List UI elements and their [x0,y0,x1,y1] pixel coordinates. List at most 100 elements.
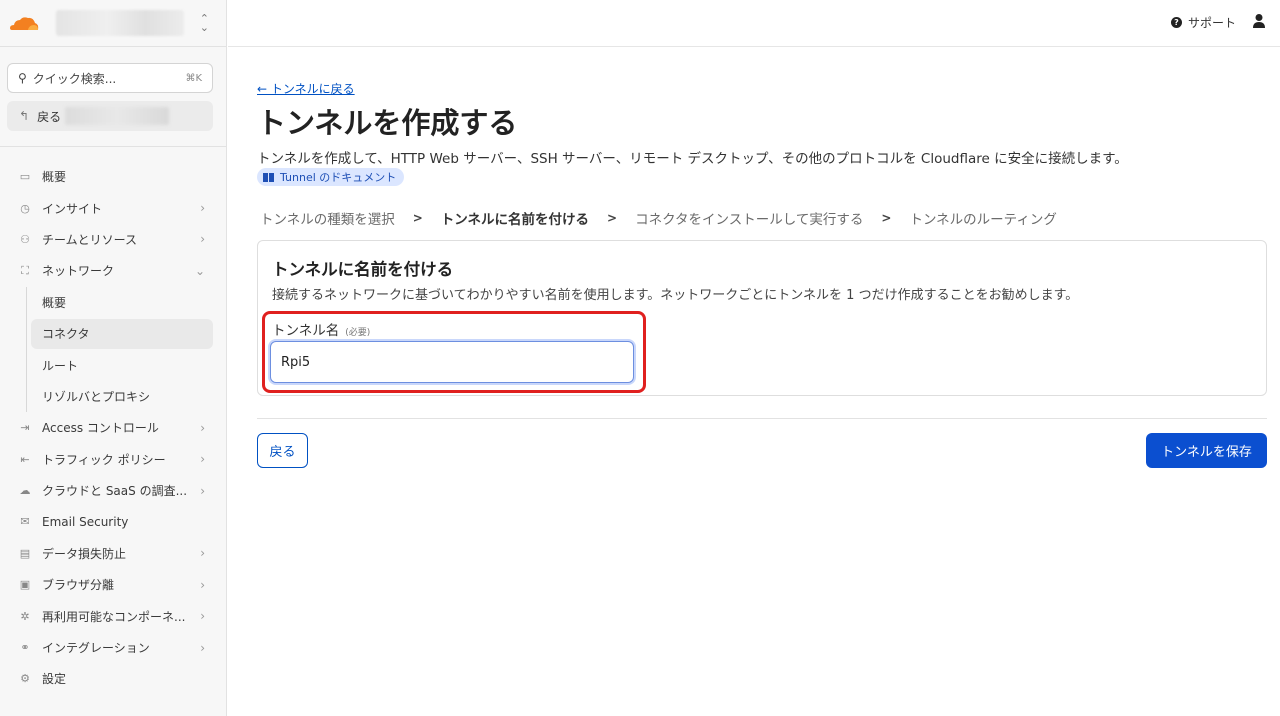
save-tunnel-button[interactable]: トンネルを保存 [1146,433,1267,468]
sidebar-item-access[interactable]: ⇥ Access コントロール › [0,412,227,443]
sidebar-item-cloud[interactable]: ☁ クラウドと SaaS の調査... › [0,475,227,506]
tunnel-docs-link[interactable]: Tunnel のドキュメント [257,168,405,186]
back-label: 戻る [37,109,62,124]
name-tunnel-card: トンネルに名前を付ける 接続するネットワークに基づいてわかりやすい名前を使用しま… [257,240,1267,396]
chevron-right-icon: › [200,232,205,247]
overview-icon: ▭ [19,170,31,184]
quick-search-label: クイック検索... [32,71,117,86]
sidebar-item-label: チームとリソース [42,232,138,247]
back-to-account-button[interactable]: ↰ 戻る [7,101,213,131]
integration-icon: ⚭ [20,641,30,655]
sidebar-item-label: データ損失防止 [42,546,127,561]
divider [0,146,227,147]
traffic-icon: ⇤ [20,452,30,466]
chevron-right-icon: › [200,201,205,216]
chevron-right-icon: › [200,546,205,561]
support-button[interactable]: ? サポート [1170,14,1236,31]
sidebar-item-label: 設定 [42,672,67,687]
step-route-tunnel: トンネルのルーティング [909,212,1057,228]
sidebar-subitem-resolvers[interactable]: リゾルバとプロキシ [0,381,227,412]
step-separator: > [607,211,618,225]
sidebar-item-settings[interactable]: ⚙ 設定 [0,663,227,694]
divider [257,418,1267,419]
email-icon: ✉ [20,515,30,529]
required-hint: (必要) [345,328,371,338]
chevron-right-icon: › [200,420,205,435]
chevron-updown-icon[interactable]: ⌃ ⌄ [200,13,209,33]
sidebar-item-traffic[interactable]: ⇤ トラフィック ポリシー › [0,444,227,475]
browser-icon: ▣ [19,578,31,592]
sidebar-subitem-routes[interactable]: ルート [0,349,227,380]
sidebar-item-label: 再利用可能なコンポーネ... [42,609,186,624]
step-select-type: トンネルの種類を選択 [260,212,395,228]
sidebar-item-team[interactable]: ⚇ チームとリソース › [0,224,227,255]
sidebar-item-components[interactable]: ✲ 再利用可能なコンポーネ... › [0,600,227,631]
sidebar-nav: ▭ 概要 ◷ インサイト › ⚇ チームとリソース › ⛶ ネットワーク ⌄ 概… [0,161,227,695]
book-icon [263,172,274,182]
sidebar: ⌃ ⌄ ⚲ クイック検索... ⌘K ↰ 戻る ▭ 概要 ◷ インサイト › ⚇ … [0,0,227,716]
top-bar: ? サポート [228,0,1280,47]
cloudflare-logo [10,17,39,30]
sidebar-item-label: Email Security [42,514,129,529]
sidebar-subitem-overview[interactable]: 概要 [0,287,227,318]
shortcut-hint: ⌘K [185,72,202,84]
tunnel-name-label: トンネル名 (必要) [272,319,370,339]
step-separator: > [412,211,423,225]
chevron-right-icon: › [200,609,205,624]
account-switcher[interactable]: ⌃ ⌄ [0,0,227,46]
step-separator: > [881,211,892,225]
sidebar-item-label: クラウドと SaaS の調査... [42,484,188,499]
sidebar-item-label: Access コントロール [42,421,159,436]
access-icon: ⇥ [20,421,30,435]
account-name-blurred [65,107,170,125]
help-icon: ? [1170,17,1182,28]
sidebar-item-overview[interactable]: ▭ 概要 [0,161,227,192]
docs-link-label: Tunnel のドキュメント [280,171,397,184]
sidebar-item-browser[interactable]: ▣ ブラウザ分離 › [0,569,227,600]
sidebar-item-label: インサイト [42,201,103,216]
tunnel-name-input[interactable] [270,341,634,383]
chevron-right-icon: › [200,577,205,592]
account-name-blurred [56,10,184,36]
chevron-right-icon: › [200,483,205,498]
sidebar-item-label: ネットワーク [42,264,115,279]
card-description: 接続するネットワークに基づいてわかりやすい名前を使用します。ネットワークごとにト… [272,288,1079,303]
sidebar-item-label: トラフィック ポリシー [42,452,166,467]
component-icon: ✲ [20,609,30,623]
chevron-right-icon: › [200,640,205,655]
wizard-steps: トンネルの種類を選択 > トンネルに名前を付ける > コネクタをインストールして… [260,208,1057,228]
sidebar-item-insights[interactable]: ◷ インサイト › [0,192,227,223]
page-title: トンネルを作成する [257,106,518,140]
back-button[interactable]: 戻る [257,433,308,468]
sidebar-item-network[interactable]: ⛶ ネットワーク ⌄ [0,255,227,286]
divider [0,46,227,47]
team-icon: ⚇ [20,232,30,246]
user-icon[interactable] [1252,13,1266,29]
sidebar-item-email[interactable]: ✉ Email Security [0,506,227,537]
sidebar-subitem-label: 概要 [42,295,67,310]
sidebar-item-dlp[interactable]: ▤ データ損失防止 › [0,538,227,569]
sidebar-item-integrations[interactable]: ⚭ インテグレーション › [0,632,227,663]
sidebar-subitem-connectors[interactable]: コネクタ [0,318,227,349]
chevron-down-icon: ⌄ [194,263,205,278]
sidebar-subitem-label: リゾルバとプロキシ [42,389,151,404]
step-name-tunnel: トンネルに名前を付ける [440,212,590,228]
dlp-icon: ▤ [19,546,31,560]
sidebar-subitem-label: コネクタ [42,327,90,342]
sidebar-item-label: インテグレーション [42,641,150,656]
sidebar-subitem-label: ルート [42,358,79,373]
cloud-icon: ☁ [19,484,31,498]
network-icon: ⛶ [21,263,29,277]
back-to-tunnels-link[interactable]: ← トンネルに戻る [257,80,355,97]
page-description: トンネルを作成して、HTTP Web サーバー、SSH サーバー、リモート デス… [257,151,1128,167]
return-arrow-icon: ↰ [19,109,30,123]
sidebar-item-label: ブラウザ分離 [42,578,115,593]
quick-search-input[interactable]: ⚲ クイック検索... ⌘K [7,63,213,93]
step-install-connector: コネクタをインストールして実行する [635,212,864,228]
search-icon: ⚲ [18,71,27,85]
support-label: サポート [1187,16,1236,30]
chevron-right-icon: › [200,452,205,467]
card-title: トンネルに名前を付ける [272,260,454,279]
gear-icon: ⚙ [20,672,30,686]
field-label-text: トンネル名 [272,323,340,339]
